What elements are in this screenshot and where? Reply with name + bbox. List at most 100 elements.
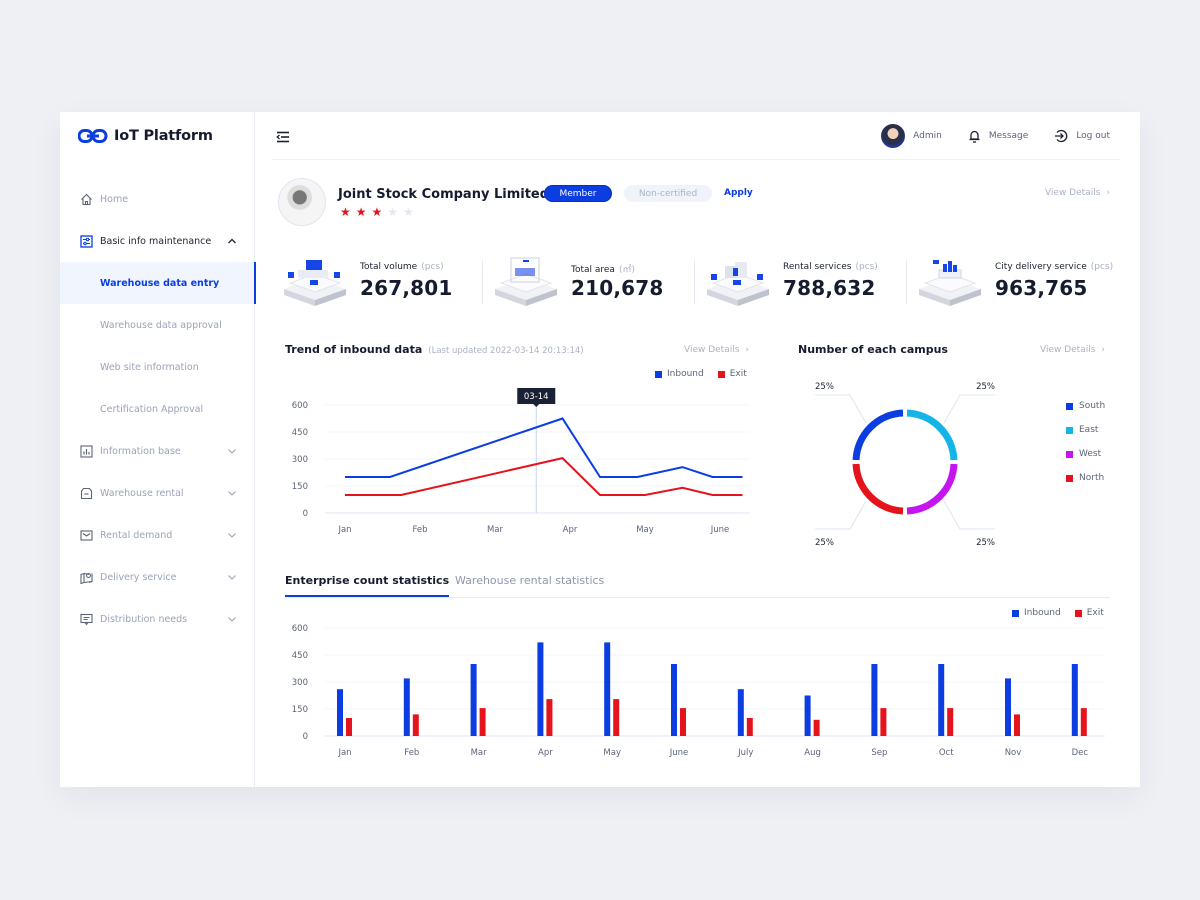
stat-unit: (pcs)	[1090, 262, 1114, 272]
campus-legend: South East West North	[1066, 394, 1105, 490]
bar-inbound-feb	[403, 678, 410, 736]
isometric-total-area-icon	[493, 256, 559, 306]
sidebar-item-basic-info-maintenance[interactable]: Basic info maintenance	[60, 220, 255, 262]
x-tick-label: Jan	[337, 525, 351, 535]
bar-inbound-apr	[537, 642, 544, 736]
legend-south[interactable]: South	[1066, 394, 1105, 418]
stat-label: City delivery service (pcs)	[995, 262, 1113, 272]
stat-value: 210,678	[571, 276, 664, 300]
tab-enterprise-count[interactable]: Enterprise count statistics	[285, 574, 450, 597]
chevron-up-icon	[228, 238, 236, 244]
star-empty-icon: ★	[403, 205, 414, 219]
y-tick-label: 0	[303, 732, 308, 742]
sidebar-item-label: Web site information	[100, 361, 199, 373]
legend-north[interactable]: North	[1066, 466, 1105, 490]
chevron-down-icon	[228, 575, 236, 580]
message-button[interactable]: Message	[968, 129, 1028, 143]
y-tick-label: 300	[292, 455, 308, 465]
sidebar-item-label: Certification Approval	[100, 403, 204, 415]
member-badge: Member	[544, 185, 612, 202]
donut-slice-south	[852, 409, 904, 461]
bar-exit-mar	[479, 708, 486, 736]
donut-slice-east	[906, 409, 958, 461]
stat-label: Total volume (pcs)	[360, 262, 444, 272]
x-tick-label: Aug	[804, 748, 821, 758]
series-line-inbound	[345, 417, 743, 478]
chevron-down-icon	[228, 449, 236, 454]
stat-city-delivery-service: City delivery service (pcs) 963,765	[917, 252, 1127, 312]
sidebar: IoT Platform Home Basic info maintenance W…	[60, 112, 256, 787]
stat-label-text: Rental services	[783, 262, 852, 272]
chevron-down-icon	[228, 533, 236, 538]
stat-label-text: Total volume	[360, 262, 418, 272]
x-tick-label: Sep	[871, 748, 887, 758]
leader-line	[943, 394, 995, 424]
sidebar-item-warehouse-rental[interactable]: Warehouse rental	[60, 472, 255, 514]
campus-donut-chart: 25% 25% 25% 25%	[815, 382, 995, 547]
bar-exit-jan	[346, 718, 352, 736]
x-tick-label: Feb	[404, 748, 419, 758]
stat-rental-services: Rental services (pcs) 788,632	[705, 252, 915, 312]
company-view-details-link[interactable]: View Details ›	[1045, 188, 1110, 198]
x-tick-label: Dec	[1072, 748, 1089, 758]
apply-link[interactable]: Apply	[724, 188, 753, 198]
bar-exit-nov	[1014, 714, 1020, 736]
isometric-rental-services-icon	[705, 256, 771, 306]
sidebar-item-certification-approval[interactable]: Certification Approval	[60, 388, 255, 430]
bar-exit-feb	[412, 714, 419, 736]
leader-line	[815, 394, 867, 424]
sidebar-item-home[interactable]: Home	[60, 178, 255, 220]
company-name: Joint Stock Company Limited	[338, 187, 550, 202]
trend-line-chart: 0 150 300 450 600 Jan Feb Mar Apr May June 03-14	[292, 388, 750, 535]
y-tick-label: 300	[292, 678, 308, 688]
x-tick-label: Mar	[471, 748, 488, 758]
logout-icon	[1055, 129, 1068, 143]
y-tick-label: 0	[303, 509, 308, 519]
sidebar-item-rental-demand[interactable]: Rental demand	[60, 514, 255, 556]
slice-percent-label: 25%	[815, 382, 834, 392]
sidebar-item-information-base[interactable]: Information base	[60, 430, 255, 472]
tab-warehouse-rental[interactable]: Warehouse rental statistics	[455, 574, 604, 595]
company-avatar	[278, 178, 326, 226]
isometric-city-delivery-service-icon	[917, 256, 983, 306]
message-icon	[80, 613, 93, 626]
campus-view-details-link[interactable]: View Details ›	[1040, 345, 1105, 355]
sidebar-item-web-site-information[interactable]: Web site information	[60, 346, 255, 388]
sidebar-item-label: Rental demand	[100, 529, 173, 541]
x-tick-label: Apr	[563, 525, 578, 535]
user-menu[interactable]: Admin	[881, 124, 942, 148]
logo[interactable]: IoT Platform	[78, 128, 213, 144]
bar-exit-may	[613, 699, 620, 736]
legend-label: North	[1079, 473, 1105, 483]
sidebar-item-label: Information base	[100, 445, 181, 457]
sidebar-item-delivery-service[interactable]: Delivery service	[60, 556, 255, 598]
view-details-label: View Details	[684, 345, 740, 355]
x-tick-label: Nov	[1005, 748, 1022, 758]
bar-exit-apr	[546, 699, 553, 736]
sidebar-item-warehouse-data-entry[interactable]: Warehouse data entry	[60, 262, 256, 304]
trend-view-details-link[interactable]: View Details ›	[684, 345, 749, 355]
view-details-label: View Details	[1040, 345, 1096, 355]
sidebar-item-label: Warehouse data entry	[100, 277, 220, 289]
mail-icon	[80, 529, 93, 542]
legend-east[interactable]: East	[1066, 418, 1105, 442]
trend-title: Trend of inbound data	[285, 343, 423, 356]
logout-button[interactable]: Log out	[1054, 129, 1110, 143]
slice-percent-label: 25%	[976, 538, 995, 547]
sidebar-item-distribution-needs[interactable]: Distribution needs	[60, 598, 255, 640]
legend-west[interactable]: West	[1066, 442, 1105, 466]
y-tick-label: 150	[292, 482, 308, 492]
bar-exit-dec	[1080, 708, 1087, 736]
star-filled-icon: ★	[355, 205, 367, 219]
logout-label: Log out	[1076, 131, 1110, 141]
stat-divider	[482, 260, 483, 304]
star-filled-icon: ★	[340, 205, 351, 219]
stat-unit: (pcs)	[421, 262, 444, 272]
leader-line	[943, 500, 995, 530]
bar-exit-july	[746, 718, 753, 736]
x-tick-label: May	[636, 525, 654, 535]
sidebar-item-warehouse-data-approval[interactable]: Warehouse data approval	[60, 304, 255, 346]
collapse-menu-button[interactable]	[276, 129, 290, 143]
bar-exit-oct	[947, 708, 954, 736]
star-filled-icon: ★	[371, 205, 383, 219]
